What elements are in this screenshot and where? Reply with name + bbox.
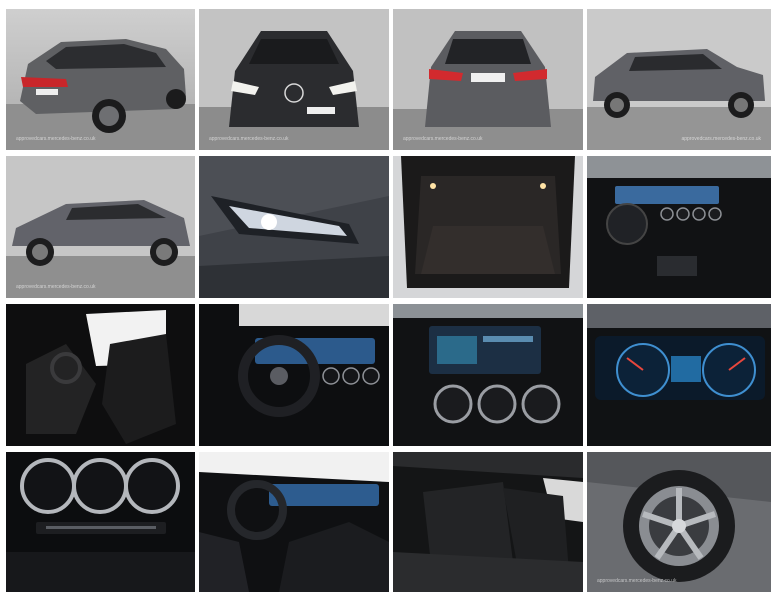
photo-gallery: approvedcars.mercedes-benz.co.uk approve…: [6, 9, 771, 592]
headlight-closeup-image: [199, 156, 389, 298]
photo-front[interactable]: approvedcars.mercedes-benz.co.uk: [199, 9, 389, 150]
photo-cabin-wide[interactable]: [199, 452, 389, 592]
car-side-right-image: [587, 9, 771, 150]
steering-wheel-image: [199, 304, 389, 446]
photo-instrument-cluster[interactable]: [587, 304, 771, 446]
cabin-wide-image: [199, 452, 389, 592]
photo-air-vents[interactable]: [6, 452, 195, 592]
photo-headlight[interactable]: [199, 156, 389, 298]
photo-dashboard[interactable]: [587, 156, 771, 298]
photo-side-left[interactable]: approvedcars.mercedes-benz.co.uk: [6, 156, 195, 298]
alloy-wheel-image: [587, 452, 771, 592]
photo-rear[interactable]: approvedcars.mercedes-benz.co.uk: [393, 9, 583, 150]
car-rear-image: [393, 9, 583, 150]
photo-steering-wheel[interactable]: [199, 304, 389, 446]
rear-seats-image: [393, 452, 583, 592]
infotainment-screen-image: [393, 304, 583, 446]
watermark-text: approvedcars.mercedes-benz.co.uk: [16, 136, 96, 142]
photo-infotainment-screen[interactable]: [393, 304, 583, 446]
watermark-text: approvedcars.mercedes-benz.co.uk: [597, 578, 677, 584]
car-front-image: [199, 9, 389, 150]
watermark-text: approvedcars.mercedes-benz.co.uk: [681, 136, 762, 142]
photo-front-seats[interactable]: [6, 304, 195, 446]
watermark-text: approvedcars.mercedes-benz.co.uk: [209, 136, 289, 142]
photo-wheel[interactable]: approvedcars.mercedes-benz.co.uk: [587, 452, 771, 592]
photo-rear-seats[interactable]: [393, 452, 583, 592]
photo-side-right[interactable]: approvedcars.mercedes-benz.co.uk: [587, 9, 771, 150]
car-side-left-image: [6, 156, 195, 298]
dashboard-image: [587, 156, 771, 298]
watermark-text: approvedcars.mercedes-benz.co.uk: [403, 136, 483, 142]
car-rear-three-quarter-image: [6, 9, 195, 150]
watermark-text: approvedcars.mercedes-benz.co.uk: [16, 284, 96, 290]
boot-interior-image: [393, 156, 583, 298]
instrument-cluster-image: [587, 304, 771, 446]
front-seats-image: [6, 304, 195, 446]
photo-boot[interactable]: [393, 156, 583, 298]
photo-rear-three-quarter[interactable]: approvedcars.mercedes-benz.co.uk: [6, 9, 195, 150]
air-vents-image: [6, 452, 195, 592]
